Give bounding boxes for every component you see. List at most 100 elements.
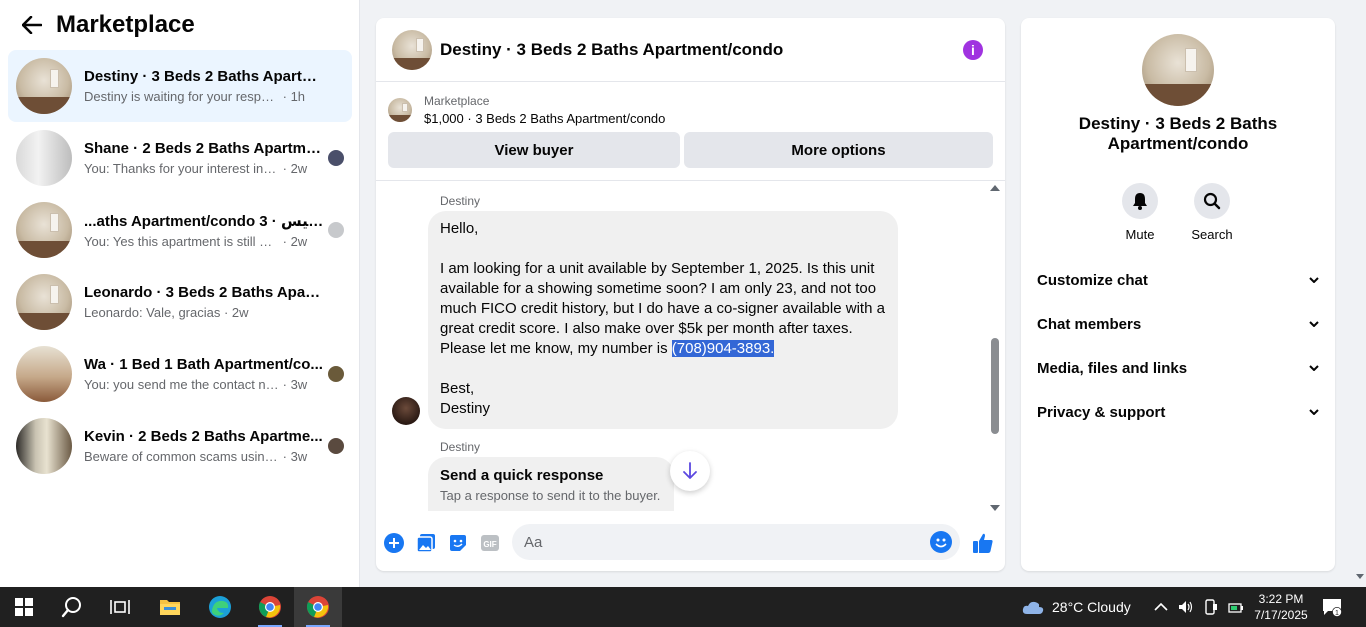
message-text: I am looking for a unit available by Sep…: [440, 260, 885, 357]
privacy-support-row[interactable]: Privacy & support: [1037, 398, 1319, 426]
page-scroll-down-icon[interactable]: [1356, 574, 1364, 579]
chevron-down-icon: [1309, 365, 1319, 371]
edge-browser-icon[interactable]: [196, 587, 244, 627]
listing-avatar: [1142, 34, 1214, 106]
seen-avatar: [328, 150, 344, 166]
back-arrow-icon[interactable]: [20, 13, 44, 37]
listing-thumbnail: [388, 98, 412, 122]
thumbs-up-icon[interactable]: [972, 531, 994, 555]
listing-summary[interactable]: Marketplace $1,000 · 3 Beds 2 Baths Apar…: [388, 94, 665, 126]
conversation-time: · 3w: [282, 449, 308, 464]
listing-thumbnail[interactable]: [392, 29, 432, 70]
clock-time: 3:22 PM: [1258, 592, 1304, 606]
selected-phone-number[interactable]: (708)904-3893.: [671, 340, 775, 357]
chrome-icon[interactable]: [246, 587, 294, 627]
battery-icon[interactable]: [1228, 600, 1244, 614]
marketplace-sidebar: Marketplace Destiny · 3 Beds 2 Baths Apa…: [0, 0, 360, 587]
message-body: I am looking for a unit available by Sep…: [440, 259, 886, 359]
listing-thumbnail: [16, 58, 72, 114]
sticker-icon[interactable]: [447, 532, 469, 554]
listing-thumbnail: [16, 274, 72, 330]
chevron-up-icon[interactable]: [1154, 602, 1168, 612]
sidebar-title: Marketplace: [56, 11, 195, 38]
chevron-down-icon: [1309, 277, 1319, 283]
conversation-name: Kevin · 2 Beds 2 Baths Apartme...: [84, 428, 323, 445]
seen-avatar: [328, 438, 344, 454]
message-scrollbar[interactable]: [989, 185, 1001, 511]
message-bubble: Hello, I am looking for a unit available…: [428, 211, 898, 429]
message-signoff: Best,: [440, 380, 475, 397]
conversation-name: Shane · 2 Beds 2 Baths Apartme...: [84, 140, 324, 157]
scroll-up-arrow-icon[interactable]: [990, 185, 1000, 191]
mute-button[interactable]: Mute: [1110, 183, 1170, 242]
seen-avatar: [328, 366, 344, 382]
conversation-item[interactable]: Kevin · 2 Beds 2 Baths Apartme... Beware…: [8, 410, 352, 482]
photo-icon[interactable]: [415, 532, 437, 554]
speaker-icon[interactable]: [1178, 600, 1194, 614]
bell-icon: [1122, 183, 1158, 219]
conversation-info-panel: Destiny · 3 Beds 2 Baths Apartment/condo…: [1021, 18, 1335, 571]
info-icon[interactable]: i: [963, 40, 983, 60]
message-signature: Destiny: [440, 400, 491, 417]
conversation-item[interactable]: Leonardo · 3 Beds 2 Baths Apartm... Leon…: [8, 266, 352, 338]
more-options-button[interactable]: More options: [684, 132, 993, 168]
notification-center-icon[interactable]: 1: [1322, 597, 1342, 617]
phone-link-icon[interactable]: [1204, 599, 1218, 615]
system-clock[interactable]: 3:22 PM 7/17/2025: [1252, 591, 1310, 623]
conversation-snippet: You: Thanks for your interest in thi...: [84, 161, 279, 176]
conversation-name: Leonardo · 3 Beds 2 Baths Apartm...: [84, 284, 324, 301]
plus-icon[interactable]: [383, 532, 405, 554]
conversation-item[interactable]: Destiny · 3 Beds 2 Baths Apartmen... Des…: [8, 50, 352, 122]
chat-members-row[interactable]: Chat members: [1037, 310, 1319, 338]
notification-count: 1: [1335, 610, 1339, 617]
weather-text: 28°C Cloudy: [1052, 599, 1131, 615]
scrollbar-thumb[interactable]: [991, 338, 999, 434]
sender-avatar[interactable]: [392, 397, 420, 425]
conversation-snippet: You: you send me the contact num...: [84, 377, 279, 392]
chrome-active-icon[interactable]: [294, 587, 342, 627]
conversation-time: · 1h: [282, 89, 306, 104]
scroll-to-bottom-button[interactable]: [670, 451, 710, 491]
message-greeting: Hello,: [440, 220, 479, 237]
listing-price: $1,000 · 3 Beds 2 Baths Apartment/condo: [424, 111, 666, 126]
chat-panel: Destiny · 3 Beds 2 Baths Apartment/condo…: [376, 18, 1005, 571]
listing-thumbnail: [16, 346, 72, 402]
message-composer: GIF Aa: [376, 521, 1005, 565]
conversation-snippet: Destiny is waiting for your response.: [84, 89, 279, 104]
view-buyer-button[interactable]: View buyer: [388, 132, 680, 168]
file-explorer-icon[interactable]: [146, 587, 194, 627]
search-label: Search: [1191, 227, 1233, 242]
conversation-name: ...aths Apartment/condo 3 · نيفيس: [84, 212, 324, 230]
conversation-snippet: Beware of common scams using p...: [84, 449, 279, 464]
quick-response-title: Send a quick response: [440, 467, 604, 484]
arrow-down-icon: [683, 462, 697, 479]
gif-icon[interactable]: GIF: [479, 532, 501, 554]
listing-thumbnail: [16, 418, 72, 474]
weather-widget[interactable]: 28°C Cloudy: [1022, 587, 1131, 627]
conversation-item[interactable]: Shane · 2 Beds 2 Baths Apartme... You: T…: [8, 122, 352, 194]
conversation-time: · 2w: [282, 233, 308, 249]
message-sender: Destiny: [440, 194, 481, 208]
sidebar-header: Marketplace: [0, 0, 359, 50]
customize-chat-row[interactable]: Customize chat: [1037, 266, 1319, 294]
windows-start-icon[interactable]: [0, 587, 48, 627]
info-panel-name: Destiny · 3 Beds 2 Baths Apartment/condo: [1078, 114, 1278, 153]
scroll-down-arrow-icon[interactable]: [990, 505, 1000, 511]
message-input[interactable]: Aa: [512, 524, 960, 560]
quick-response-subtitle: Tap a response to send it to the buyer.: [440, 488, 661, 503]
media-files-links-row[interactable]: Media, files and links: [1037, 354, 1319, 382]
conversation-name: Wa · 1 Bed 1 Bath Apartment/co...: [84, 356, 323, 373]
listing-thumbnail: [16, 202, 72, 258]
chat-header: Destiny · 3 Beds 2 Baths Apartment/condo…: [376, 18, 1005, 82]
conversation-item[interactable]: Wa · 1 Bed 1 Bath Apartment/co... You: y…: [8, 338, 352, 410]
task-view-icon[interactable]: [96, 587, 144, 627]
chat-title[interactable]: Destiny · 3 Beds 2 Baths Apartment/condo: [440, 40, 783, 60]
quick-response-card[interactable]: Send a quick response Tap a response to …: [428, 457, 674, 511]
windows-taskbar: 28°C Cloudy 3:22 PM 7/17/2025 1: [0, 587, 1366, 627]
search-button[interactable]: Search: [1182, 183, 1242, 242]
search-icon[interactable]: [48, 587, 96, 627]
listing-thumbnail: [16, 130, 72, 186]
conversation-item[interactable]: ...aths Apartment/condo 3 · نيفيس You: Y…: [8, 194, 352, 266]
emoji-icon[interactable]: [930, 531, 952, 553]
conversation-name: Destiny · 3 Beds 2 Baths Apartmen...: [84, 68, 324, 85]
